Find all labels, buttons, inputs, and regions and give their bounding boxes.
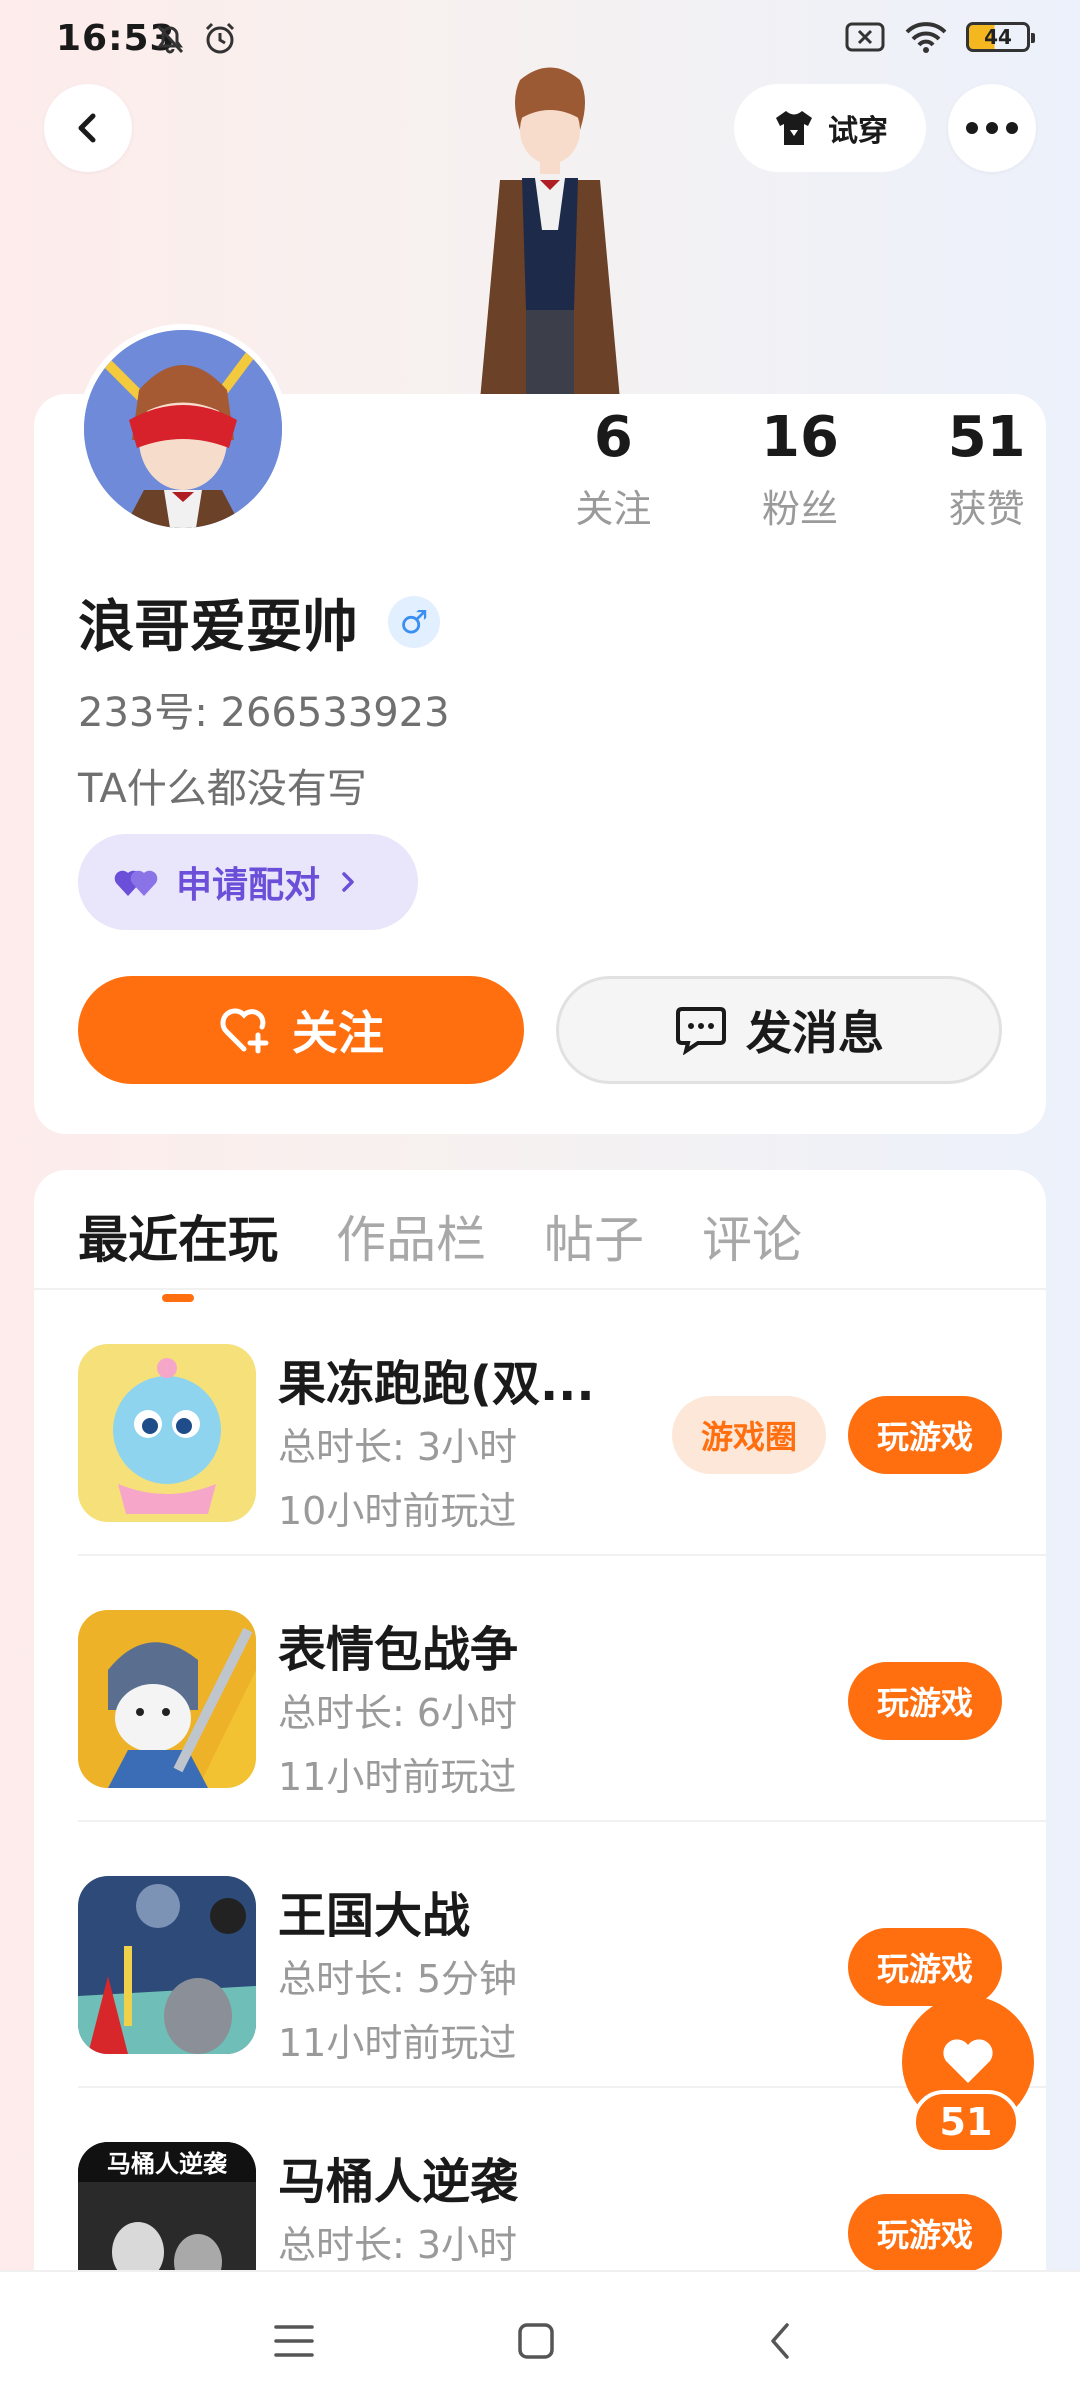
profile-bio: TA什么都没有写 xyxy=(78,766,367,812)
play-game-button[interactable]: 玩游戏 xyxy=(848,1928,1002,2006)
status-right-icons: 44 xyxy=(844,20,1035,54)
apply-pair-label: 申请配对 xyxy=(176,865,321,906)
game-circle-button[interactable]: 游戏圈 xyxy=(672,1396,826,1474)
battery-indicator: 44 xyxy=(966,22,1035,52)
heart-icon xyxy=(943,2039,993,2083)
game-row[interactable]: 果冻跑跑(双... 总时长: 3小时 10小时前玩过 游戏圈 玩游戏 xyxy=(34,1290,1046,1556)
play-game-button[interactable]: 玩游戏 xyxy=(848,1396,1002,1474)
game-icon-kingdom-war[interactable] xyxy=(78,1876,256,2054)
game-row[interactable]: 马桶人逆袭 马桶人逆袭 总时长: 3小时 玩游戏 xyxy=(34,2088,1046,2270)
gender-male-icon: ♂ xyxy=(388,596,440,648)
stat-following-count: 6 xyxy=(593,405,633,470)
tab-recently-played[interactable]: 最近在玩 xyxy=(78,1200,278,1302)
nav-back-button[interactable] xyxy=(750,2316,810,2366)
back-triangle-icon xyxy=(771,2323,789,2359)
system-nav-bar xyxy=(0,2270,1080,2400)
chevron-right-icon xyxy=(342,872,354,892)
mute-bell-icon xyxy=(156,24,184,54)
follow-label: 关注 xyxy=(292,1006,384,1060)
try-on-button[interactable]: 试穿 xyxy=(734,84,926,172)
sim-disabled-icon xyxy=(845,22,885,52)
profile-nickname: 浪哥爱耍帅 xyxy=(78,595,358,660)
game-duration: 总时长: 3小时 xyxy=(278,1425,518,1469)
stat-following-label: 关注 xyxy=(575,487,652,531)
stat-likes-count: 51 xyxy=(947,405,1026,470)
alarm-icon xyxy=(205,22,235,54)
game-list: 果冻跑跑(双... 总时长: 3小时 10小时前玩过 游戏圈 玩游戏 表情包战争… xyxy=(34,1290,1046,2270)
heart-pair-icon xyxy=(114,870,158,896)
game-duration: 总时长: 3小时 xyxy=(278,2223,518,2267)
follow-button[interactable]: 关注 xyxy=(78,976,524,1084)
tab-works[interactable]: 作品栏 xyxy=(336,1200,486,1302)
game-row[interactable]: 王国大战 总时长: 5分钟 11小时前玩过 玩游戏 xyxy=(34,1822,1046,2088)
stat-following[interactable]: 6 关注 xyxy=(520,406,707,533)
game-duration: 总时长: 5分钟 xyxy=(278,1957,518,2001)
avatar-character-illustration xyxy=(440,60,660,400)
play-game-button[interactable]: 玩游戏 xyxy=(848,1662,1002,1740)
tshirt-icon xyxy=(776,111,812,145)
chat-bubble-icon xyxy=(676,1007,726,1055)
nav-home-button[interactable] xyxy=(506,2316,566,2366)
like-count-badge: 51 xyxy=(912,2090,1020,2154)
profile-tabs: 最近在玩 作品栏 帖子 评论 xyxy=(78,1200,802,1302)
game-title: 表情包战争 xyxy=(278,1622,519,1678)
home-square-icon xyxy=(518,2323,554,2359)
tab-posts[interactable]: 帖子 xyxy=(544,1200,644,1302)
game-last-played: 10小时前玩过 xyxy=(278,1489,517,1533)
game-title: 果冻跑跑(双... xyxy=(278,1356,595,1412)
profile-stats: 6 关注 16 粉丝 51 获赞 xyxy=(520,406,1080,533)
more-button[interactable] xyxy=(948,84,1036,172)
content-card: 最近在玩 作品栏 帖子 评论 果冻跑跑(双... 总时长: 3小时 10小时前玩… xyxy=(34,1170,1046,2270)
stat-followers[interactable]: 16 粉丝 xyxy=(707,406,894,533)
game-icon-meme-war[interactable] xyxy=(78,1610,256,1788)
game-icon-toilet-man[interactable]: 马桶人逆袭 xyxy=(78,2142,256,2270)
try-on-label: 试穿 xyxy=(828,114,888,149)
nav-menu-button[interactable] xyxy=(264,2316,324,2366)
stat-followers-count: 16 xyxy=(761,405,839,470)
game-last-played: 11小时前玩过 xyxy=(278,2021,517,2065)
tab-comments[interactable]: 评论 xyxy=(702,1200,802,1302)
play-game-button[interactable]: 玩游戏 xyxy=(848,2194,1002,2270)
svg-text:马桶人逆袭: 马桶人逆袭 xyxy=(107,2150,228,2178)
game-icon-jelly-run[interactable] xyxy=(78,1344,256,1522)
chevron-left-icon xyxy=(78,113,96,143)
wifi-icon xyxy=(905,22,947,53)
more-dots-icon xyxy=(966,122,1018,134)
status-left-icons xyxy=(150,18,240,58)
game-row[interactable]: 表情包战争 总时长: 6小时 11小时前玩过 玩游戏 xyxy=(34,1556,1046,1822)
stat-likes-label: 获赞 xyxy=(948,487,1025,531)
back-button[interactable] xyxy=(44,84,132,172)
stat-likes[interactable]: 51 获赞 xyxy=(893,406,1080,533)
menu-icon xyxy=(274,2325,314,2357)
game-title: 王国大战 xyxy=(278,1888,471,1944)
game-title: 马桶人逆袭 xyxy=(278,2154,519,2210)
game-duration: 总时长: 6小时 xyxy=(278,1691,518,1735)
send-message-label: 发消息 xyxy=(746,1006,884,1060)
game-last-played: 11小时前玩过 xyxy=(278,1755,517,1799)
send-message-button[interactable]: 发消息 xyxy=(556,976,1002,1084)
stat-followers-label: 粉丝 xyxy=(762,487,839,531)
heart-plus-icon xyxy=(220,1008,269,1054)
profile-uid[interactable]: 233号: 266533923 xyxy=(78,680,450,738)
avatar[interactable] xyxy=(78,324,288,534)
apply-pair-button[interactable]: 申请配对 xyxy=(78,834,418,930)
